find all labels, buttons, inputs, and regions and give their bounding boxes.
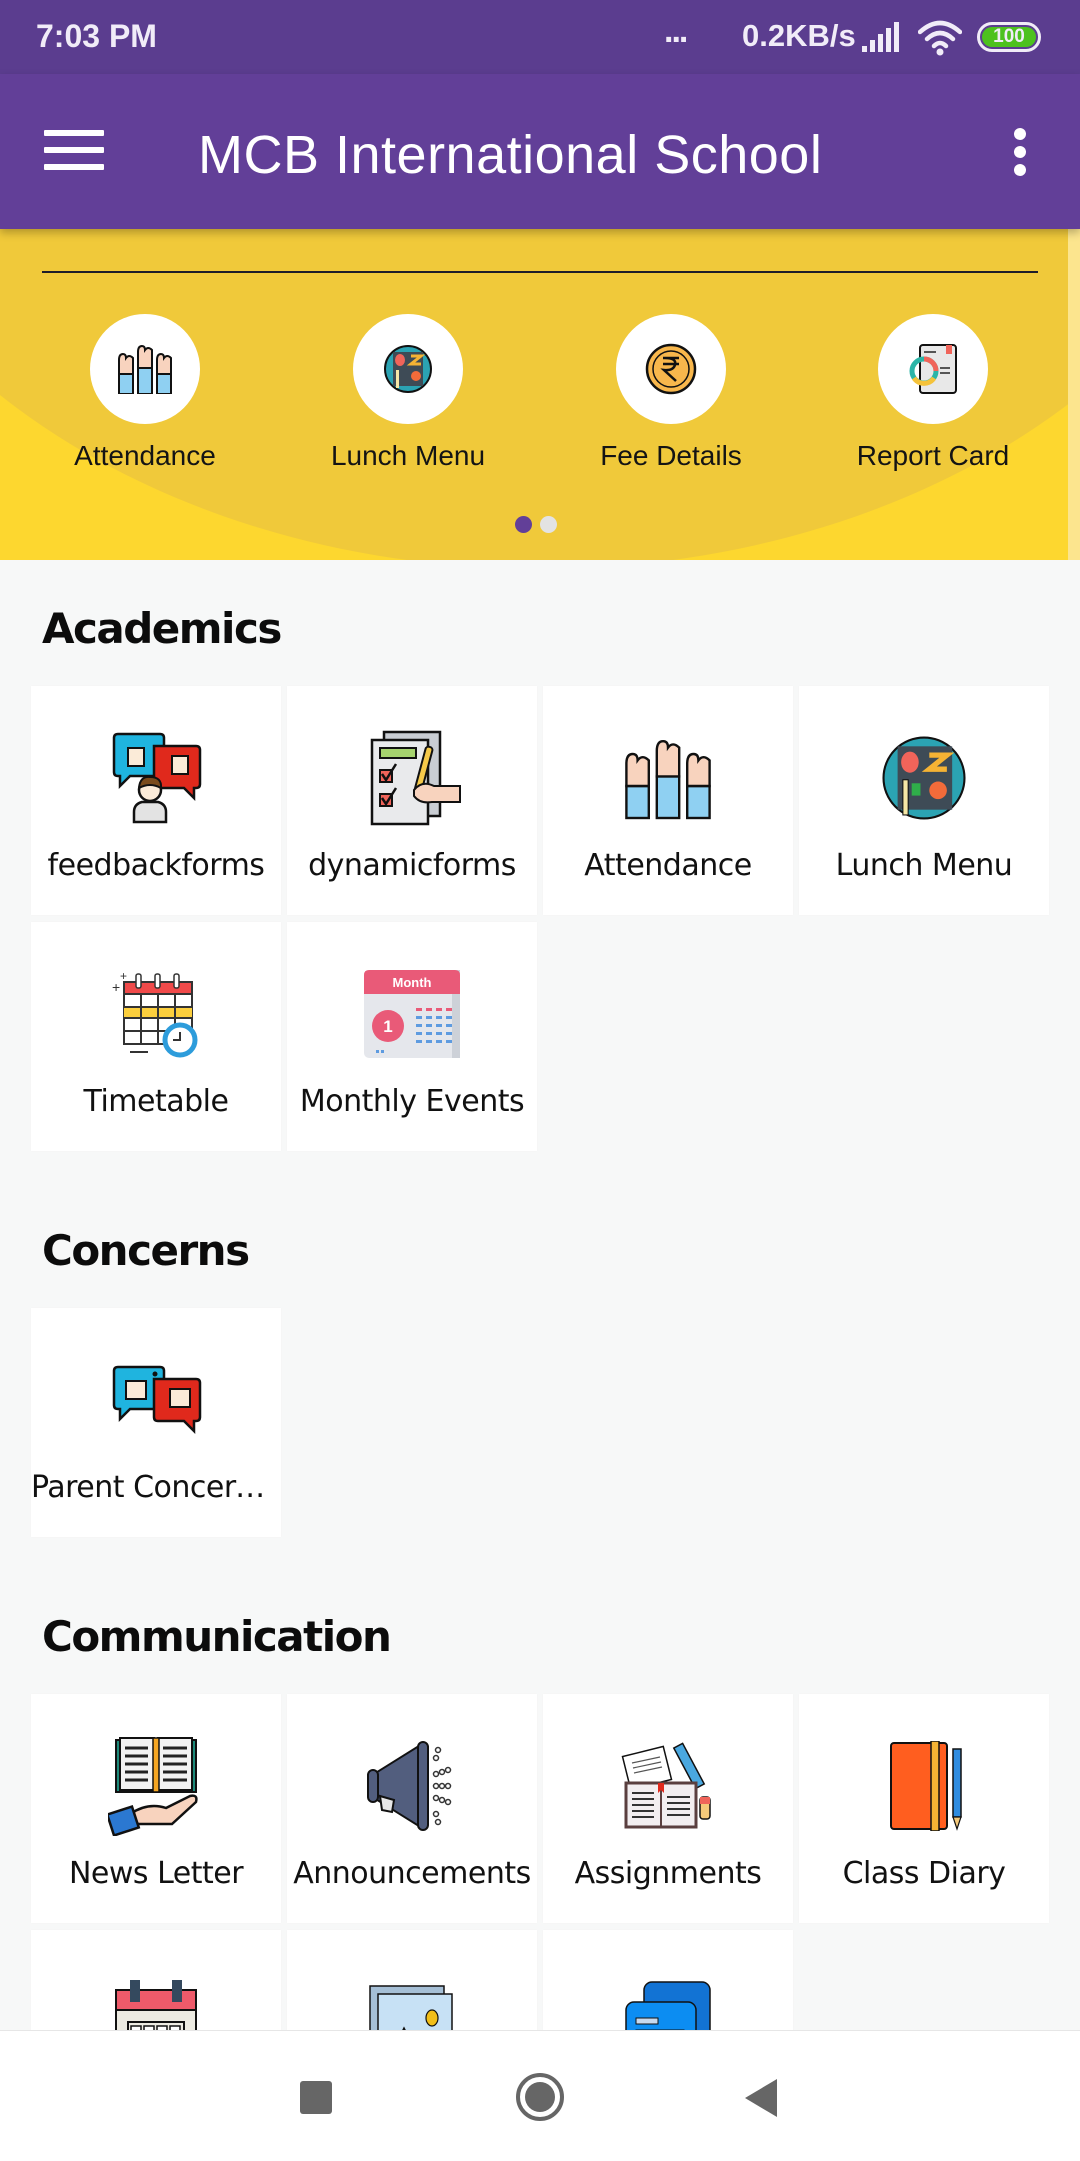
megaphone-icon	[367, 1741, 452, 1831]
home-circle-icon[interactable]	[516, 2073, 564, 2121]
pager-dot-inactive[interactable]	[540, 516, 557, 533]
section-title-concerns: Concerns	[42, 1226, 250, 1275]
tile-feedbackforms[interactable]: feedbackforms	[31, 686, 281, 915]
status-bar: 7:03 PM ... 0.2KB/s 100	[0, 0, 1080, 74]
quick-item-circle	[90, 314, 200, 424]
more-options-icon[interactable]	[1000, 128, 1040, 178]
quick-item-report-card[interactable]: Report Card	[813, 314, 1053, 472]
quick-item-label: Fee Details	[600, 440, 742, 471]
newsletter-book-icon	[108, 1737, 198, 1836]
feedback-bubbles-icon	[112, 732, 202, 824]
checklist-form-icon	[370, 730, 461, 826]
tile-icon	[618, 728, 718, 828]
svg-text:1: 1	[383, 1017, 392, 1036]
thumbs-bubbles-icon	[112, 1365, 202, 1435]
status-time: 7:03 PM	[36, 18, 157, 54]
tile-label: Announcements	[293, 1856, 531, 1891]
diary-icon	[890, 1741, 962, 1831]
tile-attendance[interactable]: Attendance	[543, 686, 793, 915]
tile-icon	[362, 728, 462, 828]
wifi-icon	[918, 20, 962, 56]
tile-monthly-events[interactable]: Month 1 Monthly Events	[287, 922, 537, 1151]
tile-icon	[874, 728, 974, 828]
tile-label: dynamicforms	[308, 848, 516, 883]
tile-icon	[106, 728, 206, 828]
lunch-plate-icon	[384, 345, 432, 393]
quick-item-circle	[878, 314, 988, 424]
hamburger-menu-icon[interactable]	[44, 130, 104, 176]
tile-lunch-menu[interactable]: Lunch Menu	[799, 686, 1049, 915]
tile-dynamicforms[interactable]: dynamicforms	[287, 686, 537, 915]
network-speed: 0.2KB/s	[742, 18, 856, 53]
quick-item-label: Report Card	[856, 440, 1010, 471]
battery-indicator: 100	[977, 22, 1041, 52]
quick-item-circle	[616, 314, 726, 424]
signal-strength-icon	[862, 22, 899, 52]
raised-hands-icon	[625, 739, 711, 820]
tile-timetable[interactable]: + + Timetable	[31, 922, 281, 1151]
tile-label: News Letter	[68, 1856, 244, 1891]
tile-icon	[106, 1350, 206, 1450]
tile-label: Lunch Menu	[835, 848, 1013, 883]
tile-label: Assignments	[574, 1856, 762, 1891]
tile-announcements[interactable]: Announcements	[287, 1694, 537, 1923]
banner-divider	[42, 271, 1038, 273]
tile-news-letter[interactable]: News Letter	[31, 1694, 281, 1923]
tile-icon	[362, 1736, 462, 1836]
month-calendar-icon: Month 1	[364, 970, 460, 1058]
recents-square-icon[interactable]	[300, 2081, 332, 2114]
app-title: MCB International School	[198, 125, 823, 185]
tile-label: Attendance	[584, 848, 752, 883]
system-navigation-bar	[0, 2030, 1080, 2161]
next-page-peek	[1068, 229, 1080, 560]
svg-text:+: +	[112, 979, 120, 995]
lunch-plate-icon	[882, 736, 966, 820]
svg-text:Month: Month	[393, 975, 432, 990]
tile-label: feedbackforms	[47, 848, 265, 883]
section-title-communication: Communication	[42, 1612, 392, 1661]
tile-icon	[874, 1736, 974, 1836]
tile-icon	[106, 1736, 206, 1836]
timetable-calendar-icon: + +	[112, 969, 198, 1058]
tile-icon	[618, 1736, 718, 1836]
tile-class-diary[interactable]: Class Diary	[799, 1694, 1049, 1923]
tile-label: Monthly Events	[299, 1084, 525, 1119]
tile-icon: Month 1	[362, 964, 462, 1064]
assignment-book-icon	[621, 1742, 711, 1829]
battery-level: 100	[982, 27, 1036, 47]
raised-hands-icon	[118, 344, 172, 394]
quick-item-label: Attendance	[74, 440, 216, 471]
quick-item-lunch-menu[interactable]: Lunch Menu	[288, 314, 528, 472]
quick-item-label: Lunch Menu	[330, 440, 486, 471]
tile-parent-concerns[interactable]: Parent Concern…	[31, 1308, 281, 1537]
back-triangle-icon[interactable]	[745, 2079, 777, 2117]
notification-overflow-dots: ...	[664, 12, 688, 50]
quick-item-fee-details[interactable]: Fee Details	[551, 314, 791, 472]
tile-label: Class Diary	[842, 1856, 1006, 1891]
tile-assignments[interactable]: Assignments	[543, 1694, 793, 1923]
tile-icon: + +	[106, 964, 206, 1064]
svg-text:+: +	[120, 969, 127, 983]
quick-item-circle	[353, 314, 463, 424]
tile-label: Timetable	[83, 1084, 229, 1119]
quick-item-attendance[interactable]: Attendance	[25, 314, 265, 472]
section-title-academics: Academics	[42, 604, 282, 653]
quick-access-banner[interactable]: Attendance Lunch Menu Fee Details Report…	[0, 229, 1080, 560]
app-toolbar: MCB International School	[0, 74, 1080, 229]
rupee-coin-icon	[645, 343, 697, 395]
tile-label: Parent Concern…	[31, 1470, 281, 1505]
report-card-icon	[909, 344, 957, 394]
pager-dot-active[interactable]	[515, 516, 532, 533]
